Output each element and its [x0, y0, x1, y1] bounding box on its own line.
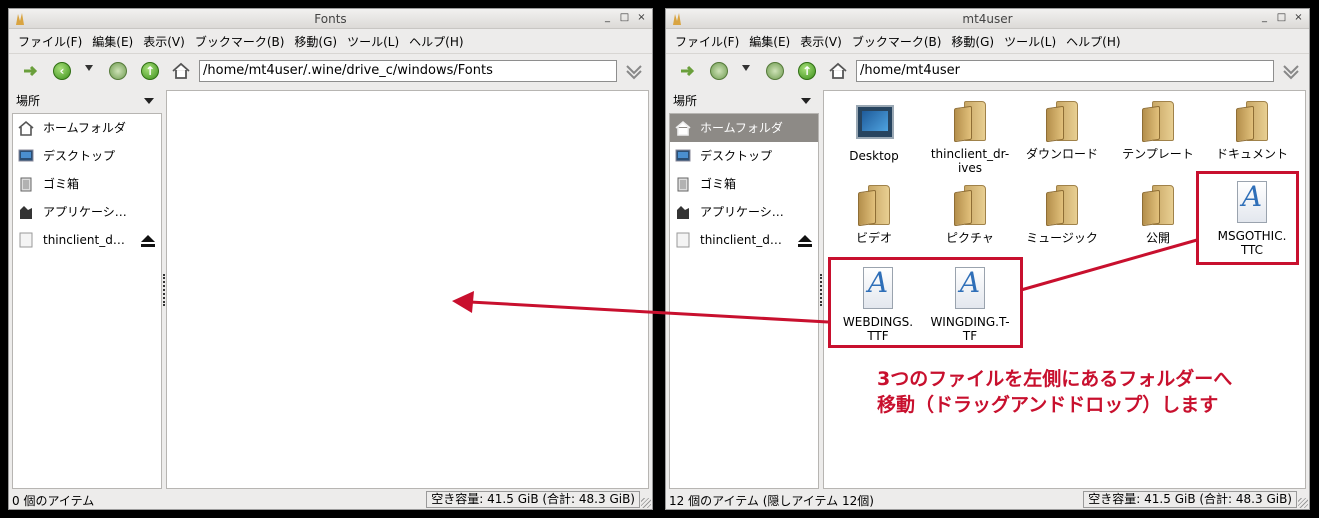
drag-arrow	[452, 238, 1198, 324]
arrow-line	[469, 300, 829, 324]
arrowhead-icon	[452, 291, 474, 313]
connector-line	[1020, 238, 1198, 292]
instruction-line-1: 3つのファイルを左側にあるフォルダーへ	[877, 368, 1233, 390]
instruction-line-2: 移動（ドラッグアンドドロップ）します	[877, 394, 1219, 416]
